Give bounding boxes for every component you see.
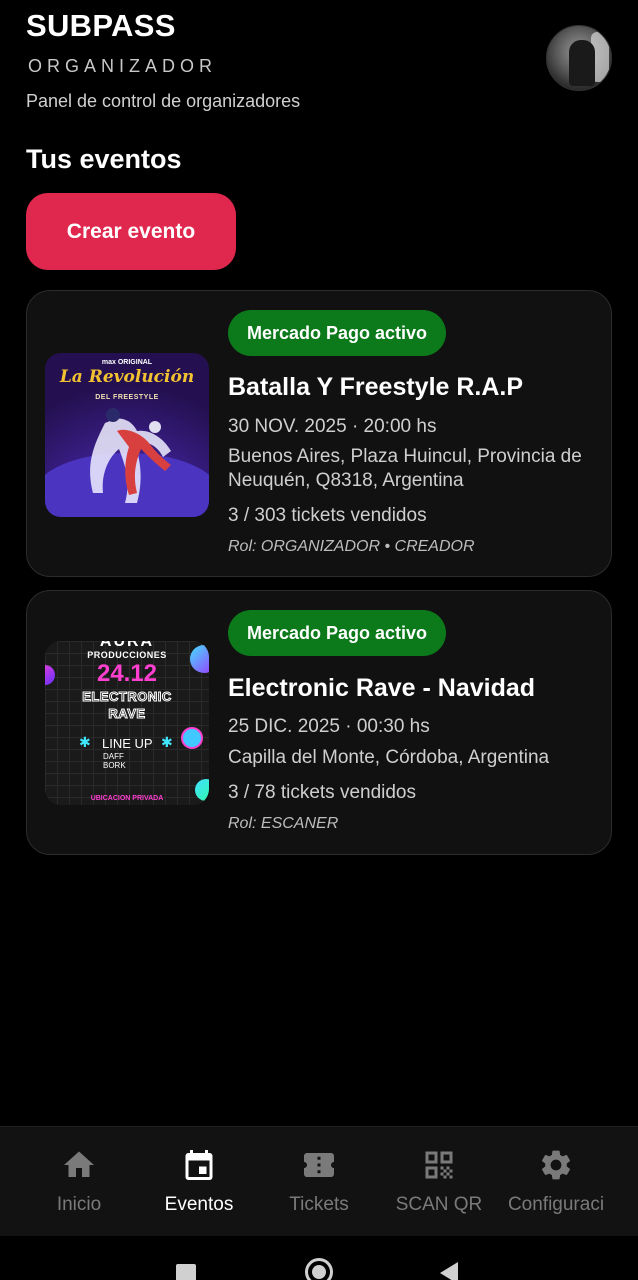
section-title: Tus eventos bbox=[26, 144, 182, 174]
nav-label: SCAN QR bbox=[395, 1194, 483, 1215]
payment-status-badge: Mercado Pago activo bbox=[228, 610, 447, 656]
poster-title-line1: ELECTRONIC bbox=[82, 689, 172, 705]
event-date: 25 DIC. 2025 · 00:30 hs bbox=[228, 716, 430, 737]
nav-label: Eventos bbox=[164, 1194, 234, 1215]
sparkle-icon: ✱ bbox=[79, 734, 91, 750]
event-location: Buenos Aires, Plaza Huincul, Provincia d… bbox=[228, 446, 582, 491]
event-poster-image: max ORIGINAL La Revolución DEL FREESTYLE bbox=[45, 353, 209, 517]
calendar-icon bbox=[185, 1150, 213, 1180]
event-poster-image: AURA PRODUCCIONES 24.12 ELECTRONIC RAVE … bbox=[45, 641, 209, 805]
event-card[interactable]: max ORIGINAL La Revolución DEL FREESTYLE… bbox=[26, 290, 612, 577]
poster-lineup-head: LINE UP bbox=[102, 736, 153, 751]
system-navigation-bar bbox=[0, 1236, 638, 1280]
ticket-icon bbox=[304, 1153, 334, 1177]
poster-producer: PRODUCCIONES bbox=[87, 650, 167, 660]
event-role: Rol: ORGANIZADOR • CREADOR bbox=[228, 538, 475, 555]
home-button-icon[interactable] bbox=[305, 1258, 333, 1280]
event-date: 30 NOV. 2025 · 20:00 hs bbox=[228, 416, 437, 437]
avatar-figure bbox=[569, 40, 595, 86]
nav-label: Inicio bbox=[56, 1194, 102, 1215]
sparkle-icon: ✱ bbox=[161, 734, 173, 750]
nav-label: Configuraci bbox=[507, 1194, 605, 1215]
poster-lineup-artist: BORK bbox=[103, 761, 126, 770]
poster-title-line2: RAVE bbox=[108, 706, 146, 722]
nav-item-eventos[interactable]: Eventos bbox=[139, 1127, 259, 1237]
brand-subtitle: ORGANIZADOR bbox=[28, 56, 218, 76]
recent-apps-icon[interactable] bbox=[176, 1264, 196, 1280]
nav-item-tickets[interactable]: Tickets bbox=[259, 1127, 379, 1237]
page-tagline: Panel de control de organizadores bbox=[26, 91, 301, 111]
create-event-button[interactable]: Crear evento bbox=[26, 193, 236, 270]
event-tickets-sold: 3 / 303 tickets vendidos bbox=[228, 505, 427, 526]
event-title[interactable]: Electronic Rave - Navidad bbox=[228, 674, 535, 703]
nav-label: Tickets bbox=[289, 1194, 349, 1215]
poster-date: 24.12 bbox=[96, 660, 158, 687]
brand-title: SUBPASS bbox=[26, 8, 176, 43]
smiley-icon bbox=[181, 727, 203, 749]
qr-icon bbox=[425, 1151, 453, 1179]
nav-item-configuracion[interactable]: Configuraci bbox=[496, 1127, 616, 1237]
poster-title: ELECTRONIC RAVE bbox=[45, 688, 209, 722]
home-icon bbox=[64, 1151, 94, 1177]
poster-lineup: DAFF BORK bbox=[103, 752, 126, 770]
event-card[interactable]: AURA PRODUCCIONES 24.12 ELECTRONIC RAVE … bbox=[26, 590, 612, 855]
payment-status-badge: Mercado Pago activo bbox=[228, 310, 447, 356]
app-screen: SUBPASS ORGANIZADOR Panel de control de … bbox=[0, 0, 638, 1280]
nav-item-inicio[interactable]: Inicio bbox=[19, 1127, 139, 1237]
nav-item-scan-qr[interactable]: SCAN QR bbox=[379, 1127, 499, 1237]
dancer-figure bbox=[90, 408, 171, 503]
event-tickets-sold: 3 / 78 tickets vendidos bbox=[228, 782, 416, 803]
poster-footer: UBICACION PRIVADA bbox=[90, 795, 164, 802]
event-location: Capilla del Monte, Córdoba, Argentina bbox=[228, 747, 550, 768]
event-title[interactable]: Batalla Y Freestyle R.A.P bbox=[228, 373, 523, 402]
poster-lineup-artist: DAFF bbox=[103, 752, 124, 761]
event-role: Rol: ESCANER bbox=[228, 815, 339, 832]
bottom-navigation: Inicio Eventos Tickets SCAN QR Configura… bbox=[0, 1126, 638, 1236]
gear-icon bbox=[541, 1150, 571, 1180]
back-icon[interactable] bbox=[440, 1262, 458, 1280]
avatar[interactable] bbox=[546, 25, 612, 91]
